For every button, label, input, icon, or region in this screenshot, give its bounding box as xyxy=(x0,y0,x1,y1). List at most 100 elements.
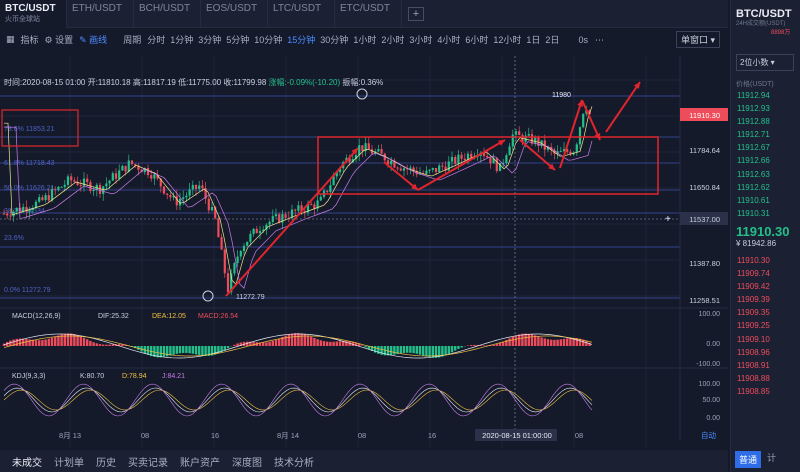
macd-bar xyxy=(108,344,111,346)
side-symbol: BTC/USDT xyxy=(736,8,792,20)
macd-axis-label: -100.00 xyxy=(696,361,720,368)
bid-row[interactable]: 11908.91 xyxy=(731,359,800,372)
macd-bar xyxy=(511,336,514,346)
indicators-button[interactable]: 指标 xyxy=(21,33,39,46)
symbol-tab[interactable]: ETC/USDT xyxy=(335,0,402,28)
candlestick-chart[interactable]: 78.6% 11853.2161.8% 11718.4350.0% 11626.… xyxy=(0,50,728,450)
bottom-tab[interactable]: 买卖记录 xyxy=(128,454,168,469)
period-option[interactable]: 30分钟 xyxy=(320,35,348,45)
bid-row[interactable]: 11909.25 xyxy=(731,319,800,332)
bottom-tab[interactable]: 计划单 xyxy=(54,454,84,469)
candle-body xyxy=(175,196,178,206)
candle-body xyxy=(505,155,508,163)
period-option[interactable]: 分时 xyxy=(147,35,165,45)
period-option[interactable]: 12小时 xyxy=(493,35,521,45)
toolbar-extra-icon[interactable]: 0s xyxy=(578,35,588,45)
candle-body xyxy=(278,214,281,223)
period-option[interactable]: 6小时 xyxy=(465,35,488,45)
ask-row[interactable]: 11912.71 xyxy=(731,128,800,141)
period-option[interactable]: 1小时 xyxy=(353,35,376,45)
candle-body xyxy=(9,215,12,217)
candle-body xyxy=(105,183,108,187)
time-axis-label: 08 xyxy=(358,431,366,440)
macd-dea: DEA:12.05 xyxy=(152,313,186,320)
macd-bar xyxy=(444,346,447,356)
symbol-tab[interactable]: BCH/USDT xyxy=(134,0,201,28)
bid-row[interactable]: 11908.85 xyxy=(731,385,800,398)
candle-body xyxy=(121,165,124,171)
bid-row[interactable]: 11909.42 xyxy=(731,280,800,293)
bottom-tab[interactable]: 深度图 xyxy=(232,454,262,469)
period-option[interactable]: 10分钟 xyxy=(254,35,282,45)
period-option[interactable]: 3小时 xyxy=(409,35,432,45)
candle-body xyxy=(559,151,562,153)
candle-body xyxy=(441,165,444,167)
ask-row[interactable]: 11912.66 xyxy=(731,154,800,167)
period-option[interactable]: 15分钟 xyxy=(287,35,315,45)
macd-bar xyxy=(70,333,73,346)
draw-button[interactable]: ✎ 画线 xyxy=(79,33,107,46)
macd-bar xyxy=(527,333,530,346)
decimals-select[interactable]: 2位小数 ▾ xyxy=(736,54,794,71)
period-option[interactable]: 1分钟 xyxy=(170,35,193,45)
candle-body xyxy=(207,198,210,211)
candle-body xyxy=(242,245,246,252)
ask-row[interactable]: 11912.63 xyxy=(731,168,800,181)
symbol-tab[interactable]: ETH/USDT xyxy=(67,0,134,28)
macd-bar xyxy=(329,341,332,346)
candle-body xyxy=(236,256,239,264)
time-axis-label: 16 xyxy=(428,431,436,440)
period-label[interactable]: 周期 xyxy=(123,33,141,46)
symbol-tab[interactable]: BTC/USDT 火币全球站 xyxy=(0,0,67,28)
macd-axis-label: 0.00 xyxy=(706,341,720,348)
bottom-tab[interactable]: 未成交 xyxy=(12,454,42,469)
symbol-tab[interactable]: EOS/USDT xyxy=(201,0,268,28)
grid-icon[interactable]: ▦ xyxy=(6,34,15,45)
plan-tab[interactable]: 计 xyxy=(767,451,776,468)
window-mode-select[interactable]: 单窗口 ▾ xyxy=(675,31,720,48)
period-option[interactable]: 2日 xyxy=(545,35,559,45)
bottom-tab[interactable]: 技术分析 xyxy=(274,454,314,469)
fib-level-label: 23.6% xyxy=(4,235,24,242)
bid-row[interactable]: 11909.35 xyxy=(731,306,800,319)
high-price-marker: 11980 xyxy=(552,92,571,99)
ask-row[interactable]: 11910.31 xyxy=(731,207,800,220)
ask-row[interactable]: 11912.62 xyxy=(731,181,800,194)
ask-row[interactable]: 11910.61 xyxy=(731,194,800,207)
bid-row[interactable]: 11909.39 xyxy=(731,293,800,306)
bottom-tab[interactable]: 账户资产 xyxy=(180,454,220,469)
settings-button[interactable]: ⚙ 设置 xyxy=(45,33,74,46)
macd-bar xyxy=(418,346,422,355)
period-option[interactable]: 3分钟 xyxy=(198,35,221,45)
bid-row[interactable]: 11909.74 xyxy=(731,267,800,280)
period-option[interactable]: 1日 xyxy=(526,35,540,45)
symbol-tab[interactable]: LTC/USDT xyxy=(268,0,335,28)
candle-body xyxy=(361,145,364,152)
bid-row[interactable]: 11908.96 xyxy=(731,346,800,359)
macd-bar xyxy=(191,346,194,354)
ohlc-open: 开:11810.18 xyxy=(87,78,131,87)
period-option[interactable]: 2小时 xyxy=(381,35,404,45)
bid-row[interactable]: 11909.10 xyxy=(731,333,800,346)
toolbar-extra-icon[interactable]: ⋯ xyxy=(595,35,604,45)
symbol-tab-label: ETH/USDT xyxy=(72,3,122,14)
macd-bar xyxy=(284,335,287,346)
ask-row[interactable]: 11912.93 xyxy=(731,102,800,115)
bid-row[interactable]: 11908.88 xyxy=(731,372,800,385)
period-option[interactable]: 4小时 xyxy=(437,35,460,45)
ask-row[interactable]: 11912.88 xyxy=(731,115,800,128)
macd-bar xyxy=(54,336,57,346)
bottom-tab[interactable]: 历史 xyxy=(96,454,116,469)
macd-bar xyxy=(194,346,198,355)
normal-tab[interactable]: 普通 xyxy=(735,451,762,468)
period-option[interactable]: 5分钟 xyxy=(226,35,249,45)
fib-level-label: 61.8% 11718.43 xyxy=(4,160,55,167)
macd-bar xyxy=(454,346,457,351)
add-tab-button[interactable]: + xyxy=(408,7,424,21)
ask-row[interactable]: 11912.94 xyxy=(731,89,800,102)
symbol-tab-label: BCH/USDT xyxy=(139,3,191,14)
macd-bar xyxy=(546,339,550,346)
candle-body xyxy=(380,149,383,154)
bid-row[interactable]: 11910.30 xyxy=(731,254,800,267)
ask-row[interactable]: 11912.67 xyxy=(731,141,800,154)
